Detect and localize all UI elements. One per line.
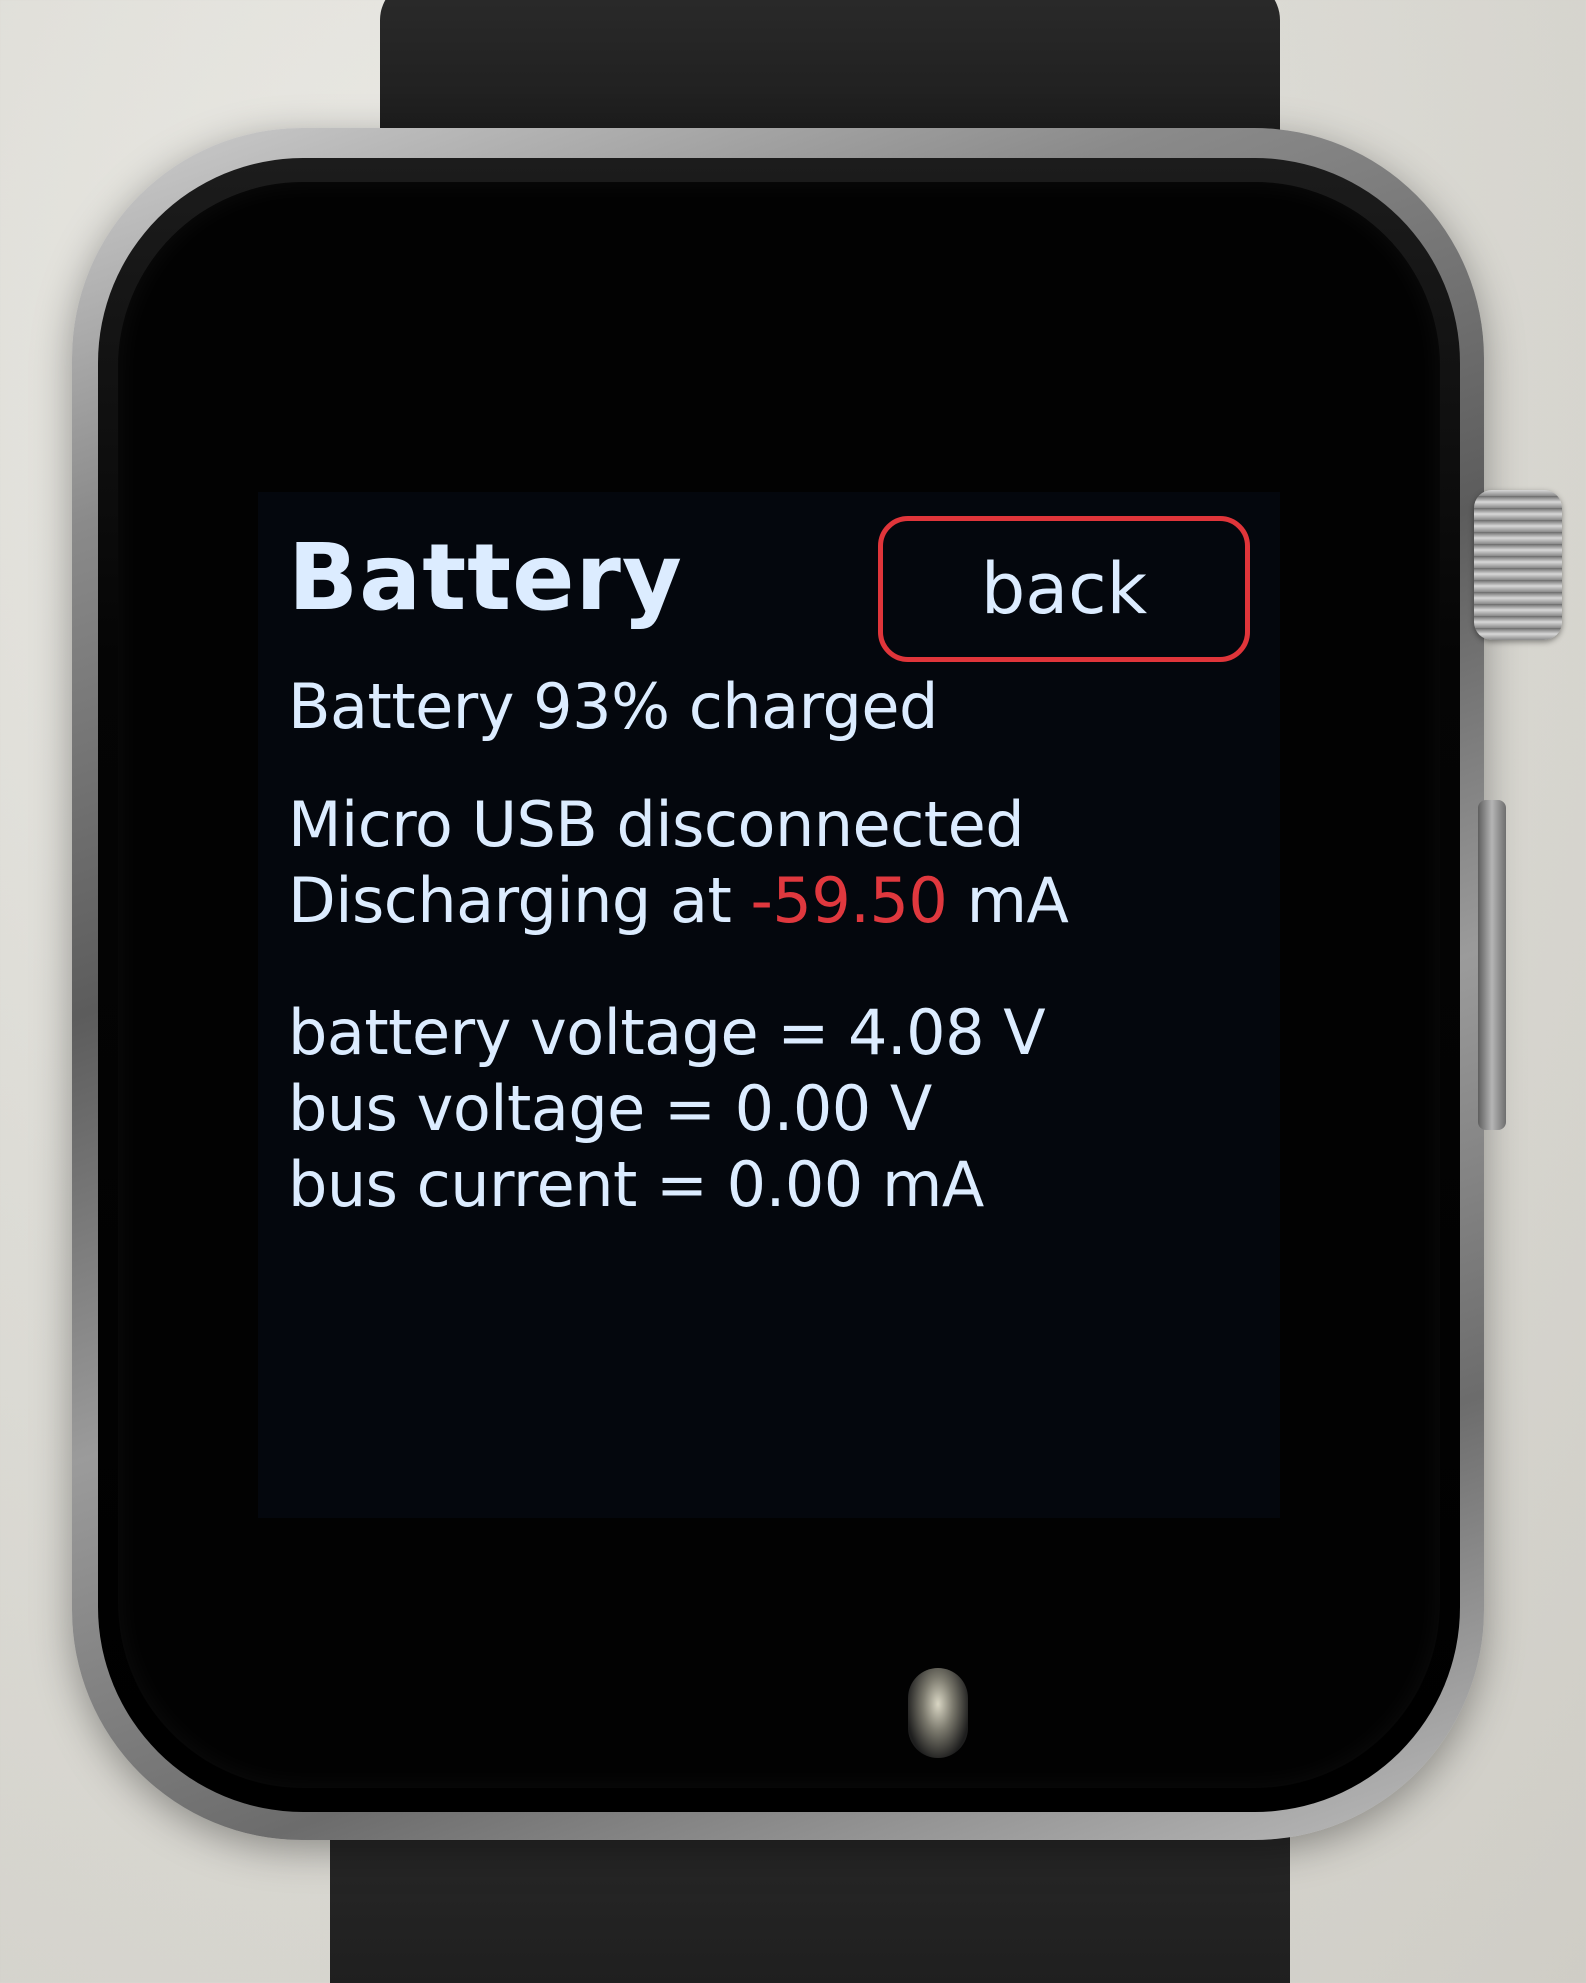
digital-crown[interactable] — [1474, 490, 1562, 640]
discharge-unit: mA — [947, 864, 1069, 937]
battery-voltage-reading: battery voltage = 4.08 V — [288, 996, 1046, 1069]
bus-current-reading: bus current = 0.00 mA — [288, 1148, 984, 1221]
back-button[interactable]: back — [878, 516, 1250, 662]
usb-status: Micro USB disconnected — [288, 788, 1025, 861]
microphone-sensor — [908, 1668, 968, 1758]
back-button-label: back — [980, 548, 1148, 630]
discharge-current-value: -59.50 — [750, 864, 948, 937]
charge-status: Battery 93% charged — [288, 670, 938, 743]
discharge-status: Discharging at -59.50 mA — [288, 864, 1069, 937]
discharge-prefix: Discharging at — [288, 864, 751, 937]
bus-voltage-reading: bus voltage = 0.00 V — [288, 1072, 932, 1145]
battery-screen: Battery back Battery 93% charged Micro U… — [258, 492, 1280, 1518]
side-button[interactable] — [1478, 800, 1506, 1130]
page-title: Battery — [288, 524, 683, 631]
